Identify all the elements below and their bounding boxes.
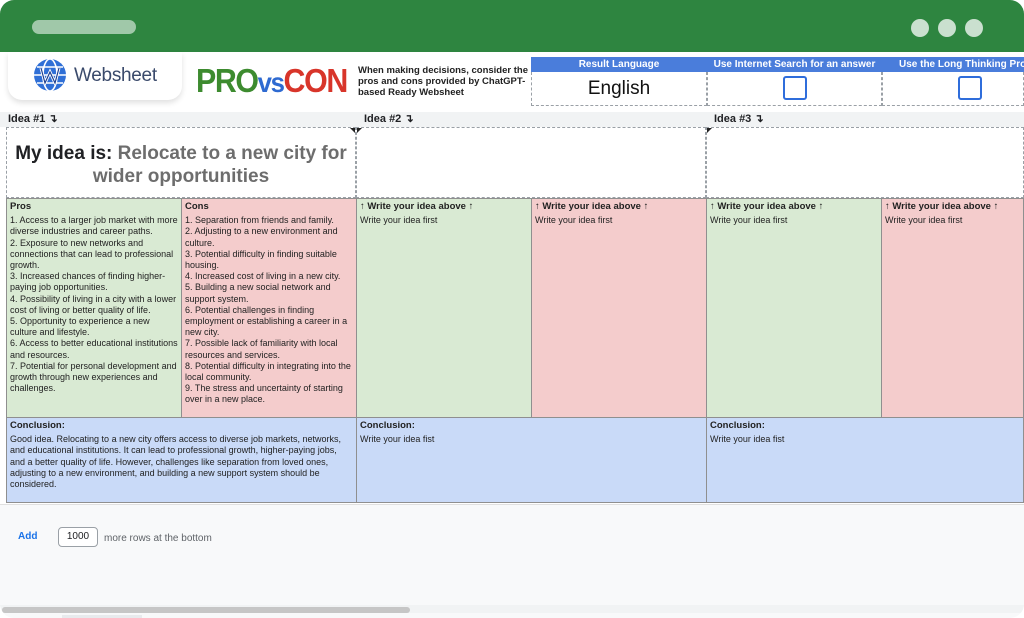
logo-text: Websheet (74, 65, 157, 86)
pros-header: ↑ Write your idea above ↑ (710, 201, 824, 212)
idea-3-conclusion-cell[interactable]: Conclusion: Write your idea fist (706, 417, 1024, 503)
result-language-header: Result Language (531, 57, 707, 72)
conclusion-header: Conclusion: (10, 420, 65, 431)
note-marker-icon (707, 128, 712, 133)
window-titlebar (0, 0, 1024, 52)
idea-1-pros-text: 1. Access to a larger job market with mo… (10, 215, 178, 394)
horizontal-scrollbar-thumb[interactable] (2, 607, 410, 613)
idea-3-cons-cell[interactable]: ↑ Write your idea above ↑ Write your ide… (881, 198, 1024, 418)
note-marker-icon (350, 128, 355, 133)
globe-icon (34, 58, 66, 92)
idea-1-prefix: My idea is: (15, 143, 118, 164)
conclusion-header: Conclusion: (360, 420, 415, 431)
note-marker-icon (357, 128, 362, 133)
idea-1-cons-cell[interactable]: Cons 1. Separation from friends and fami… (181, 198, 357, 418)
idea-3-input[interactable] (706, 127, 1024, 198)
add-rows-button[interactable]: Add (18, 531, 37, 542)
cons-header: ↑ Write your idea above ↑ (885, 201, 999, 212)
window-dot-icon[interactable] (911, 19, 929, 37)
idea-1-conclusion-text: Good idea. Relocating to a new city offe… (10, 434, 344, 490)
idea-2-pros-text: Write your idea first (360, 215, 438, 226)
internet-search-cell (707, 72, 882, 106)
idea-3-cons-text: Write your idea first (885, 215, 963, 226)
address-bar[interactable] (32, 20, 136, 34)
result-language-select[interactable]: English (531, 72, 707, 106)
idea-2-conclusion-cell[interactable]: Conclusion: Write your idea fist (356, 417, 707, 503)
idea-1-label: Idea #1 ↴ (0, 112, 356, 127)
idea-3-pros-text: Write your idea first (710, 215, 788, 226)
long-thinking-header: Use the Long Thinking Proc (882, 57, 1024, 72)
idea-2-label: Idea #2 ↴ (356, 112, 706, 127)
provscon-brand: PROvsCON (196, 61, 349, 101)
result-language-value: English (587, 78, 651, 99)
idea-3-label: Idea #3 ↴ (706, 112, 1024, 127)
idea-1-input[interactable]: My idea is: Relocate to a new city for w… (6, 127, 356, 198)
idea-2-conclusion-text: Write your idea fist (360, 434, 435, 445)
long-thinking-cell (882, 72, 1024, 106)
idea-1-text: My idea is: Relocate to a new city for w… (7, 128, 355, 188)
conclusion-header: Conclusion: (710, 420, 765, 431)
idea-1-value: Relocate to a new city for wider opportu… (92, 143, 347, 187)
idea-2-cons-cell[interactable]: ↑ Write your idea above ↑ Write your ide… (531, 198, 707, 418)
sheet-header: Websheet PROvsCON When making decisions,… (0, 52, 1024, 112)
brand-vs: vs (257, 67, 285, 98)
rows-count-input[interactable]: 1000 (58, 527, 98, 547)
idea-2-cons-text: Write your idea first (535, 215, 613, 226)
long-thinking-checkbox[interactable] (958, 76, 982, 100)
brand-con: CON (283, 62, 349, 99)
internet-search-checkbox[interactable] (783, 76, 807, 100)
brand-pro: PRO (196, 62, 259, 99)
pros-cons-grid: Idea #1 ↴ Idea #2 ↴ Idea #3 ↴ My idea is… (0, 112, 1024, 504)
internet-search-header: Use Internet Search for an answer (707, 57, 882, 72)
tagline: When making decisions, consider the pros… (358, 65, 528, 98)
idea-1-cons-text: 1. Separation from friends and family. 2… (185, 215, 351, 405)
rows-suffix-label: more rows at the bottom (104, 533, 212, 544)
websheet-logo[interactable]: Websheet (8, 52, 182, 100)
idea-3-pros-cell[interactable]: ↑ Write your idea above ↑ Write your ide… (706, 198, 882, 418)
idea-3-conclusion-text: Write your idea fist (710, 434, 785, 445)
pros-header: ↑ Write your idea above ↑ (360, 201, 474, 212)
cons-header: ↑ Write your idea above ↑ (535, 201, 649, 212)
window-dot-icon[interactable] (965, 19, 983, 37)
cons-header: Cons (185, 201, 209, 212)
idea-2-pros-cell[interactable]: ↑ Write your idea above ↑ Write your ide… (356, 198, 532, 418)
window-dot-icon[interactable] (938, 19, 956, 37)
sheet-footer: Add 1000 more rows at the bottom (0, 504, 1024, 618)
idea-2-input[interactable] (356, 127, 706, 198)
idea-1-conclusion-cell[interactable]: Conclusion: Good idea. Relocating to a n… (6, 417, 357, 503)
app-window: Websheet PROvsCON When making decisions,… (0, 0, 1024, 618)
pros-header: Pros (10, 201, 32, 212)
idea-1-pros-cell[interactable]: Pros 1. Access to a larger job market wi… (6, 198, 182, 418)
